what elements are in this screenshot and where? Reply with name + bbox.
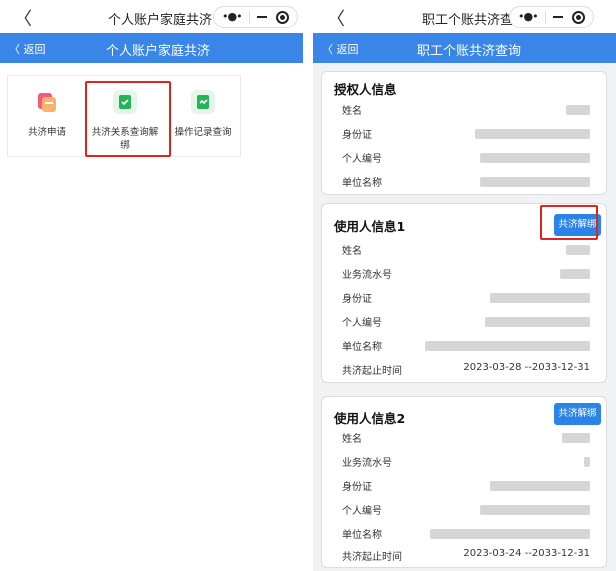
period-value: 2023-03-28 --2033-12-31: [463, 362, 590, 373]
record-icon: [191, 90, 215, 114]
unbind-button[interactable]: 共济解绑: [554, 403, 601, 425]
masked-value: [490, 481, 590, 491]
info-row: 姓名: [342, 242, 590, 258]
masked-value: [490, 293, 590, 303]
info-row: 个人编号: [342, 314, 590, 330]
card-title: 授权人信息: [334, 82, 397, 97]
page-title: 职工个账共济查询: [417, 44, 522, 59]
field-label: 业务流水号: [342, 270, 392, 281]
field-label: 共济起止时间: [342, 552, 402, 563]
field-label: 单位名称: [342, 342, 382, 353]
field-label: 身份证: [342, 294, 372, 305]
window-titlebar: 〈 职工个账共济查询 •●•: [313, 0, 616, 33]
masked-value: [566, 245, 590, 255]
right-screen: 〈 职工个账共济查询 •●• 〈 返回 职工个账共济查询 授权人信息 姓名 身份…: [313, 0, 616, 571]
back-chevron-icon[interactable]: 〈: [14, 5, 32, 31]
info-row: 共济起止时间 2023-03-24 --2033-12-31: [342, 548, 590, 564]
masked-value: [584, 457, 590, 467]
masked-value: [425, 341, 590, 351]
back-button[interactable]: 〈 返回: [9, 41, 46, 57]
info-row: 身份证: [342, 290, 590, 306]
apply-icon: [38, 93, 56, 112]
info-row: 单位名称: [342, 338, 590, 354]
nav-bar: 〈 返回 个人账户家庭共济: [0, 33, 303, 63]
field-label: 单位名称: [342, 530, 382, 541]
field-label: 共济起止时间: [342, 366, 402, 377]
masked-value: [475, 129, 590, 139]
close-circle-icon[interactable]: [276, 11, 289, 24]
info-row: 身份证: [342, 478, 590, 494]
back-chevron-icon[interactable]: 〈: [327, 5, 345, 31]
masked-value: [480, 505, 590, 515]
field-label: 身份证: [342, 482, 372, 493]
mini-program-capsule: •●•: [213, 6, 298, 28]
more-dots-icon[interactable]: •●•: [222, 10, 243, 23]
more-dots-icon[interactable]: •●•: [518, 10, 539, 23]
info-row: 业务流水号: [342, 454, 590, 470]
menu-label-record: 操作记录查询: [174, 127, 232, 138]
window-titlebar: 〈 个人账户家庭共济 •●•: [0, 0, 303, 33]
minimize-icon[interactable]: [553, 16, 563, 18]
info-row: 姓名: [342, 102, 590, 118]
capsule-divider: [545, 11, 546, 24]
field-label: 业务流水号: [342, 458, 392, 469]
authorizer-card: 授权人信息 姓名 身份证 个人编号 单位名称: [321, 71, 607, 195]
field-label: 姓名: [342, 434, 362, 445]
field-label: 个人编号: [342, 506, 382, 517]
highlight-box-query-unbind: [85, 81, 171, 157]
info-row: 身份证: [342, 126, 590, 142]
card-title: 使用人信息1: [334, 219, 406, 234]
field-label: 个人编号: [342, 154, 382, 165]
masked-value: [480, 177, 590, 187]
field-label: 个人编号: [342, 318, 382, 329]
masked-value: [562, 433, 590, 443]
info-row: 个人编号: [342, 502, 590, 518]
minimize-icon[interactable]: [257, 16, 267, 18]
close-circle-icon[interactable]: [572, 11, 585, 24]
page-title: 个人账户家庭共济: [106, 44, 211, 59]
menu-item-record[interactable]: 操作记录查询: [164, 76, 242, 156]
menu-label-apply: 共济申请: [27, 127, 66, 138]
info-row: 共济起止时间 2023-03-28 --2033-12-31: [342, 362, 590, 378]
nav-bar: 〈 返回 职工个账共济查询: [313, 33, 616, 63]
menu-item-apply[interactable]: 共济申请: [8, 76, 86, 156]
capsule-divider: [249, 11, 250, 24]
field-label: 姓名: [342, 106, 362, 117]
user-card-2: 使用人信息2 共济解绑 姓名 业务流水号 身份证 个人编号 单位名称 共济起止时…: [321, 396, 607, 568]
back-button[interactable]: 〈 返回: [322, 41, 359, 57]
screen-divider: [303, 0, 313, 571]
field-label: 姓名: [342, 246, 362, 257]
info-row: 业务流水号: [342, 266, 590, 282]
window-title: 个人账户家庭共济: [108, 13, 213, 28]
masked-value: [430, 529, 590, 539]
period-value: 2023-03-24 --2033-12-31: [463, 548, 590, 559]
masked-value: [480, 153, 590, 163]
info-row: 个人编号: [342, 150, 590, 166]
highlight-box-unbind: [540, 205, 598, 240]
left-screen: 〈 个人账户家庭共济 •●• 〈 返回 个人账户家庭共济 共济申请 共济关系查询…: [0, 0, 303, 571]
info-row: 姓名: [342, 430, 590, 446]
field-label: 身份证: [342, 130, 372, 141]
info-row: 单位名称: [342, 526, 590, 542]
field-label: 单位名称: [342, 178, 382, 189]
mini-program-capsule: •●•: [509, 6, 594, 28]
masked-value: [485, 317, 590, 327]
info-row: 单位名称: [342, 174, 590, 190]
card-title: 使用人信息2: [334, 411, 406, 426]
masked-value: [560, 269, 590, 279]
masked-value: [566, 105, 590, 115]
